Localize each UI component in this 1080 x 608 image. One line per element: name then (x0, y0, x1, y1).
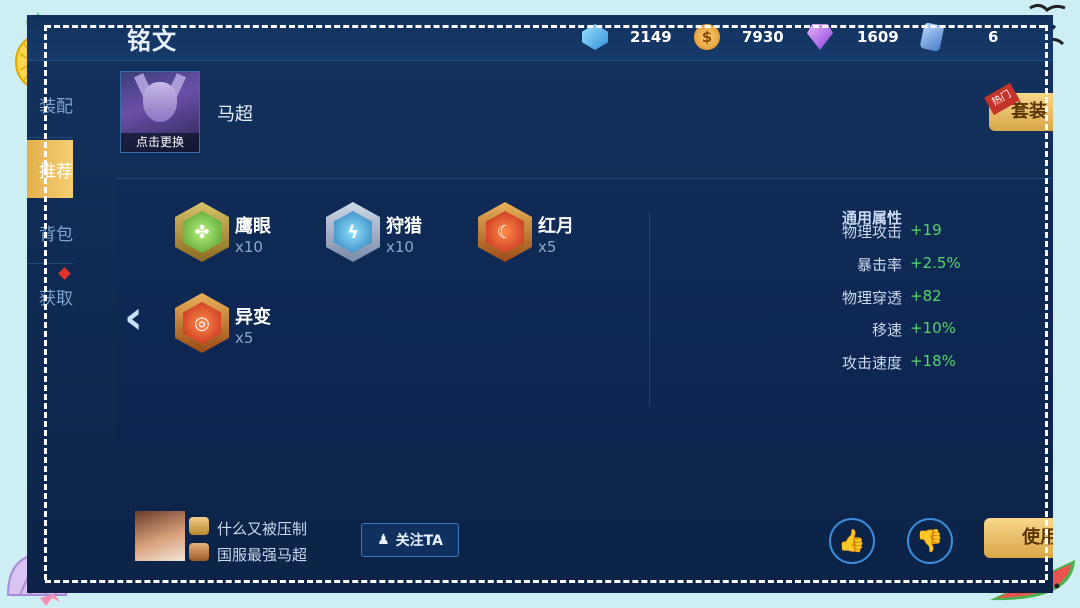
hero-name: 马超 (217, 104, 253, 125)
rune-count: x5 (538, 238, 557, 256)
attribute-row: 物理攻击 +19 (787, 221, 942, 243)
author-name: 什么又被压制 (217, 520, 308, 538)
top-bar: 铭文 2149 $ 7930 1609 6 (27, 15, 1053, 61)
attribute-name: 物理穿透 (841, 289, 902, 307)
rune-count: x10 (386, 238, 414, 256)
attribute-name: 物理攻击 (841, 223, 902, 241)
sidebar-divider (27, 137, 73, 138)
rune-name: 异变 (235, 307, 271, 328)
mutation-rune-icon: ◎ (175, 293, 229, 353)
rune-count: x5 (235, 329, 254, 347)
rune-set-label: 套装 (1011, 101, 1047, 122)
rank-badge-icon (189, 517, 209, 535)
sidebar-divider (27, 263, 73, 264)
dashed-border-right (1045, 25, 1048, 580)
rune-item[interactable]: ✤ 鹰眼 x10 (175, 202, 335, 272)
use-label: 使用 (1022, 527, 1053, 548)
hunt-rune-icon: ϟ (326, 202, 380, 262)
attribute-row: 暴击率 +2.5% (787, 254, 961, 276)
attribute-row: 攻击速度 +18% (787, 352, 956, 374)
attribute-name: 移速 (871, 321, 902, 339)
follow-label: 关注TA (395, 533, 443, 549)
follow-button[interactable]: ♟ 关注TA (361, 523, 459, 557)
panel-divider (649, 211, 650, 406)
title-badge-icon (189, 543, 209, 561)
dashed-border-left (44, 25, 47, 580)
sidebar-item-equip[interactable]: 装配 (27, 75, 73, 133)
attribute-value: +2.5% (910, 254, 961, 272)
rune-item[interactable]: ◎ 异变 x5 (175, 293, 335, 363)
rune-name: 狩猎 (386, 216, 422, 237)
change-hero-label: 点击更换 (121, 133, 199, 152)
game-screen: 铭文 2149 $ 7930 1609 6 装配 推荐 背包 获取 点击更换 马… (27, 15, 1053, 593)
dashed-border-bottom (45, 580, 1045, 583)
add-user-icon: ♟ (377, 532, 390, 548)
like-button[interactable]: 👍 (829, 518, 875, 564)
thumbs-up-icon: 👍 (838, 528, 866, 554)
attribute-row: 移速 +10% (787, 319, 956, 341)
use-button[interactable]: 使用 (984, 518, 1053, 558)
coin-count: 7930 (742, 28, 784, 46)
rune-item[interactable]: ☾ 红月 x5 (478, 202, 638, 272)
sidebar-item-backpack[interactable]: 背包 (27, 203, 73, 261)
sidebar-item-recommend[interactable]: 推荐 (27, 140, 73, 198)
attribute-row: 物理穿透 +82 (787, 287, 942, 309)
thumbs-down-icon: 👎 (916, 528, 944, 554)
card-count: 6 (988, 28, 999, 46)
rune-item[interactable]: ϟ 狩猎 x10 (326, 202, 486, 272)
hero-portrait (143, 82, 177, 122)
rune-name: 红月 (538, 216, 574, 237)
hero-avatar-button[interactable]: 点击更换 (120, 71, 200, 153)
dislike-button[interactable]: 👎 (907, 518, 953, 564)
attribute-value: +82 (910, 287, 942, 305)
author-title: 国服最强马超 (217, 546, 308, 564)
rune-name: 鹰眼 (235, 216, 271, 237)
attribute-value: +19 (910, 221, 942, 239)
attribute-value: +10% (910, 319, 956, 337)
diamond-count: 1609 (857, 28, 899, 46)
attribute-name: 暴击率 (856, 256, 902, 274)
crystal-count: 2149 (630, 28, 672, 46)
attribute-name: 攻击速度 (841, 354, 902, 372)
previous-arrow-icon[interactable]: ‹ (124, 292, 164, 342)
eagle-eye-rune-icon: ✤ (175, 202, 229, 262)
rune-count: x10 (235, 238, 263, 256)
dashed-border-top (45, 25, 1045, 28)
attribute-value: +18% (910, 352, 956, 370)
red-moon-rune-icon: ☾ (478, 202, 532, 262)
author-avatar[interactable] (135, 511, 185, 561)
